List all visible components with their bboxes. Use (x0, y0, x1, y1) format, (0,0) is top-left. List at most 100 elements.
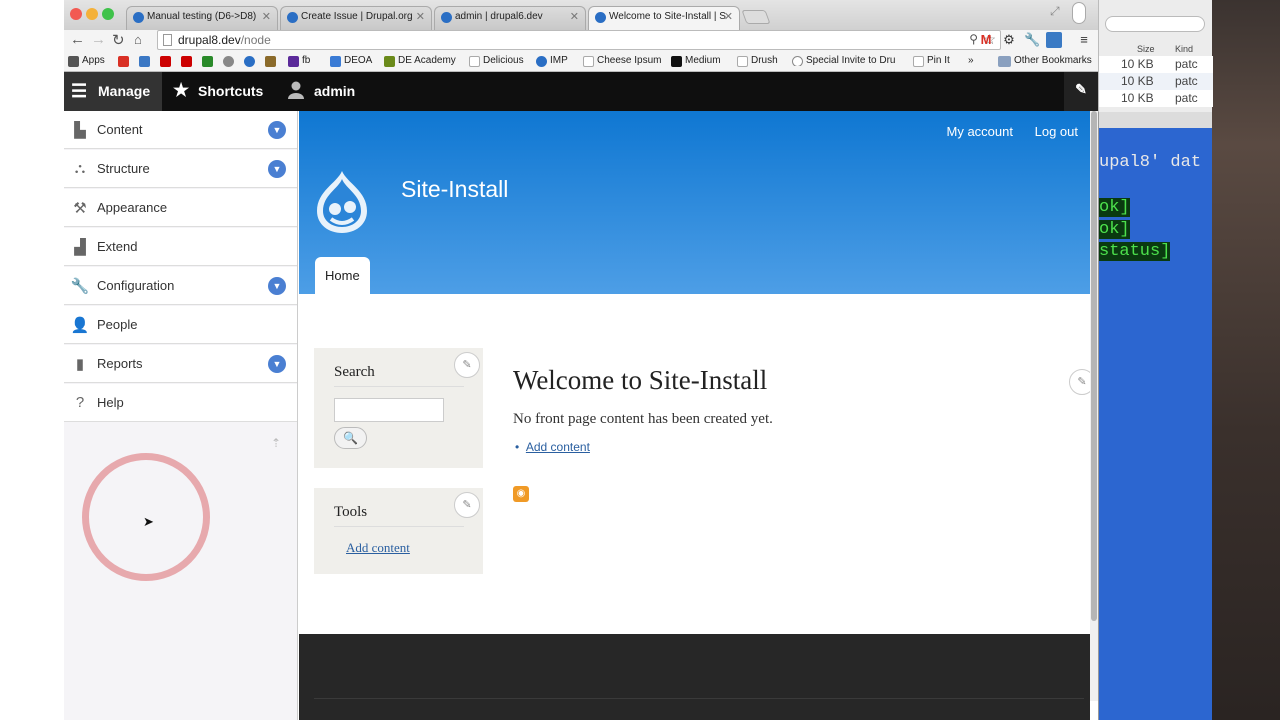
reports-icon: ▮ (75, 356, 85, 373)
zoom-icon[interactable]: ⚲ (969, 32, 978, 46)
tab-home[interactable]: Home (315, 257, 370, 294)
reload-icon[interactable]: ↻ (112, 31, 125, 49)
finder-row[interactable]: 10 KB patc (1099, 73, 1213, 90)
search-button[interactable]: 🔍 (334, 427, 367, 449)
bookmark-de-academy[interactable]: DE Academy (384, 55, 456, 67)
menu-item-structure[interactable]: ⛬ Structure ▼ (64, 150, 297, 188)
main-content: Search 🔍 ✎ Tools Add content ✎ Welcome t… (299, 294, 1095, 634)
menu-item-people[interactable]: 👤 People (64, 306, 297, 344)
medium-icon (671, 56, 682, 67)
block-edit-pencil-icon[interactable]: ✎ (454, 352, 480, 378)
extension-icon[interactable] (1046, 32, 1062, 48)
bookmark-imp[interactable]: IMP (536, 55, 568, 67)
chevron-down-icon[interactable]: ▼ (268, 277, 286, 295)
browser-toolbar: ← → ↻ ⌂ drupal8.dev/node ⚲ ☆ M ⚙ 🔧 ≡ (64, 30, 1098, 52)
page-icon (469, 56, 480, 67)
back-icon[interactable]: ← (70, 31, 85, 48)
yahoo-icon (288, 56, 299, 67)
finder-row[interactable]: 10 KB patc (1099, 56, 1213, 73)
other-bookmarks[interactable]: Other Bookmarks (998, 55, 1092, 67)
tools-add-content-link[interactable]: Add content (346, 540, 410, 556)
edit-mode-button[interactable]: ✎ (1064, 72, 1098, 111)
home-icon[interactable]: ⌂ (134, 32, 142, 47)
extend-icon: ▟ (74, 239, 86, 256)
bookmark-special-invite[interactable]: Special Invite to Dru (792, 55, 902, 66)
close-tab-icon[interactable]: ✕ (724, 10, 733, 23)
tray-orientation-toggle-icon[interactable]: ⇡ (271, 436, 281, 450)
admin-menu-tray: ▙ Content ▼ ⛬ Structure ▼ ⚒ Appearance ▟… (64, 111, 298, 720)
fullscreen-icon[interactable]: ⤢ (1050, 4, 1060, 19)
page-title: Welcome to Site-Install (513, 365, 768, 395)
browser-tab[interactable]: Manual testing (D6->D8) ✕ (126, 6, 278, 30)
gmail-icon[interactable]: M (978, 32, 994, 48)
toolbar-shortcuts-tab[interactable]: ★ Shortcuts (164, 72, 263, 111)
finder-col-size[interactable]: Size (1137, 44, 1155, 54)
browser-tab[interactable]: admin | drupal6.dev ✕ (434, 6, 586, 30)
minimize-window-icon[interactable] (86, 8, 98, 20)
page-scrollbar[interactable] (1090, 111, 1098, 701)
menu-item-extend[interactable]: ▟ Extend (64, 228, 297, 266)
browser-tab-active[interactable]: Welcome to Site-Install | S ✕ (588, 6, 740, 30)
close-window-icon[interactable] (70, 8, 82, 20)
rss-feed-icon[interactable]: ◉ (513, 486, 529, 502)
bookmark-pin-it[interactable]: Pin It (913, 55, 950, 67)
finder-row[interactable]: 10 KB patc (1099, 90, 1213, 107)
close-tab-icon[interactable]: ✕ (416, 10, 425, 23)
toolbar-manage-tab[interactable]: ☰ Manage (64, 72, 162, 111)
deoa-icon (330, 56, 341, 67)
bookmark-delicious[interactable]: Delicious (469, 55, 524, 67)
de-academy-icon (384, 56, 395, 67)
hamburger-icon: ☰ (71, 81, 88, 101)
browser-tab[interactable]: Create Issue | Drupal.org ✕ (280, 6, 432, 30)
profile-icon[interactable] (1072, 2, 1086, 24)
search-input[interactable] (334, 398, 444, 422)
menu-item-configuration[interactable]: 🔧 Configuration ▼ (64, 267, 297, 305)
gmail-icon (118, 56, 129, 67)
my-account-link[interactable]: My account (947, 124, 1013, 139)
page-icon (913, 56, 924, 67)
bookmark-deoa[interactable]: DEOA (330, 55, 372, 67)
finder-search-field[interactable] (1105, 16, 1205, 32)
page-icon (583, 56, 594, 67)
zoom-window-icon[interactable] (102, 8, 114, 20)
chevron-down-icon[interactable]: ▼ (268, 160, 286, 178)
drupal-favicon-icon (287, 12, 298, 23)
finder-window: Size Kind 10 KB patc 10 KB patc 10 KB pa… (1098, 0, 1213, 112)
bookmarks-overflow[interactable]: » (968, 55, 974, 66)
bookmark-drush[interactable]: Drush (737, 55, 778, 67)
bookmark-medium[interactable]: Medium (671, 55, 721, 67)
bookmark-fb[interactable]: fb (288, 55, 310, 67)
apps-grid-icon (68, 56, 79, 67)
chevron-down-icon[interactable]: ▼ (268, 121, 286, 139)
bookmark-cheese-ipsum[interactable]: Cheese Ipsum (583, 55, 661, 67)
settings-gear-icon[interactable]: ⚙ (1001, 32, 1017, 48)
bookmark-favicon-icon (139, 56, 150, 67)
scrollbar-thumb[interactable] (1091, 111, 1097, 621)
menu-item-appearance[interactable]: ⚒ Appearance (64, 189, 297, 227)
drupal-favicon-icon (133, 12, 144, 23)
folder-icon (998, 56, 1011, 67)
address-bar[interactable]: drupal8.dev/node ⚲ ☆ (157, 30, 1001, 50)
browser-tab-bar: Manual testing (D6->D8) ✕ Create Issue |… (64, 0, 1098, 30)
close-tab-icon[interactable]: ✕ (262, 10, 271, 23)
menu-item-reports[interactable]: ▮ Reports ▼ (64, 345, 297, 383)
new-tab-button[interactable] (741, 10, 771, 24)
bookmark-apps[interactable]: Apps (68, 55, 105, 67)
add-content-link[interactable]: Add content (526, 440, 590, 454)
bookmarks-bar: Apps fb DEOA DE Academy Delicious IMP Ch… (64, 52, 1098, 72)
search-block: Search 🔍 ✎ (314, 348, 483, 468)
wrench-icon[interactable]: 🔧 (1024, 32, 1040, 48)
finder-col-kind[interactable]: Kind (1175, 44, 1193, 54)
close-tab-icon[interactable]: ✕ (570, 10, 579, 23)
site-name[interactable]: Site-Install (401, 176, 508, 203)
block-edit-pencil-icon[interactable]: ✎ (454, 492, 480, 518)
menu-icon[interactable]: ≡ (1076, 32, 1092, 48)
forward-icon[interactable]: → (91, 31, 106, 48)
chevron-down-icon[interactable]: ▼ (268, 355, 286, 373)
toolbar-user-tab[interactable]: admin (280, 72, 355, 111)
menu-item-help[interactable]: ? Help (64, 384, 297, 422)
menu-item-content[interactable]: ▙ Content ▼ (64, 111, 297, 149)
drupal-logo-icon[interactable] (313, 169, 371, 235)
log-out-link[interactable]: Log out (1035, 124, 1078, 139)
terminal-ok: ok] (1099, 198, 1130, 217)
